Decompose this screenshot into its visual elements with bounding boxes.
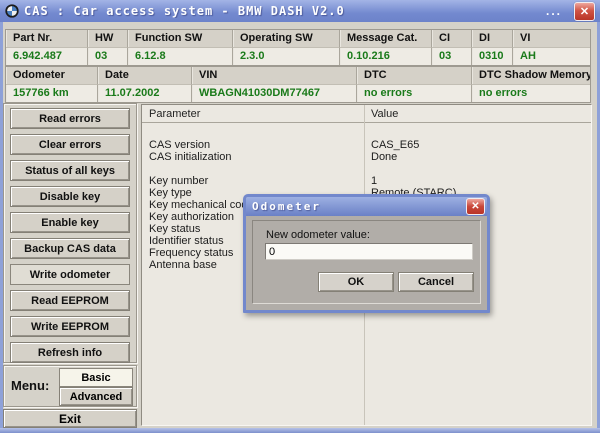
module-info-table: Part Nr. HW Function SW Operating SW Mes… <box>5 29 591 66</box>
new-odometer-input[interactable] <box>265 243 473 260</box>
col-header: VIN <box>192 67 357 85</box>
bmw-logo-icon <box>5 4 19 18</box>
exit-button[interactable]: Exit <box>3 409 137 428</box>
dtc-value: no errors <box>357 85 472 102</box>
di-value: 0310 <box>472 48 513 65</box>
window-close-button[interactable]: ✕ <box>574 2 595 21</box>
dialog-title: Odometer <box>252 200 466 213</box>
disable-key-button[interactable]: Disable key <box>10 186 130 207</box>
col-header: DTC <box>357 67 472 85</box>
col-header: CI <box>432 30 472 48</box>
table-header-row: Odometer Date VIN DTC DTC Shadow Memory <box>6 67 590 85</box>
col-header: HW <box>88 30 128 48</box>
col-header: VI <box>513 30 590 48</box>
write-odometer-button[interactable]: Write odometer <box>10 264 130 285</box>
part-number-value: 6.942.487 <box>6 48 88 65</box>
titlebar: CAS : Car access system - BMW DASH V2.0 … <box>0 0 600 22</box>
value-column-header: Value <box>364 108 591 120</box>
col-header: Function SW <box>128 30 233 48</box>
parameter-name: Key number <box>142 175 364 187</box>
parameter-value: 1 <box>364 175 591 187</box>
parameter-row <box>142 163 591 175</box>
operating-sw-value: 2.3.0 <box>233 48 340 65</box>
backup-cas-data-button[interactable]: Backup CAS data <box>10 238 130 259</box>
col-header: DTC Shadow Memory <box>472 67 590 85</box>
parameters-header-row: Parameter Value <box>142 105 591 123</box>
parameter-value: Done <box>364 151 591 163</box>
parameter-value <box>364 127 591 139</box>
hw-value: 03 <box>88 48 128 65</box>
menu-basic-button[interactable]: Basic <box>59 368 133 387</box>
more-button[interactable]: ... <box>546 4 562 18</box>
col-header: Odometer <box>6 67 98 85</box>
col-header: Message Cat. <box>340 30 432 48</box>
enable-key-button[interactable]: Enable key <box>10 212 130 233</box>
function-sw-value: 6.12.8 <box>128 48 233 65</box>
parameter-name <box>142 163 364 175</box>
sidebar-actions-box: Read errors Clear errors Status of all k… <box>3 103 137 363</box>
menu-box: Menu: Basic Advanced <box>3 365 137 407</box>
new-odometer-label: New odometer value: <box>266 229 370 241</box>
status-of-all-keys-button[interactable]: Status of all keys <box>10 160 130 181</box>
col-header: Operating SW <box>233 30 340 48</box>
window-border-bottom <box>0 428 600 433</box>
table-value-row: 157766 km 11.07.2002 WBAGN41030DM77467 n… <box>6 85 590 102</box>
table-header-row: Part Nr. HW Function SW Operating SW Mes… <box>6 30 590 48</box>
parameter-row: CAS versionCAS_E65 <box>142 139 591 151</box>
parameter-row: Key number1 <box>142 175 591 187</box>
odometer-value: 157766 km <box>6 85 98 102</box>
window-border-left <box>0 22 3 433</box>
read-eeprom-button[interactable]: Read EEPROM <box>10 290 130 311</box>
refresh-info-button[interactable]: Refresh info <box>10 342 130 363</box>
parameter-value: CAS_E65 <box>364 139 591 151</box>
parameter-row <box>142 127 591 139</box>
date-value: 11.07.2002 <box>98 85 192 102</box>
parameter-column-header: Parameter <box>142 108 364 120</box>
ok-button[interactable]: OK <box>318 272 394 292</box>
parameter-name: CAS version <box>142 139 364 151</box>
dialog-body: New odometer value: OK Cancel <box>246 216 487 310</box>
parameter-row: CAS initializationDone <box>142 151 591 163</box>
cas-application-window: CAS : Car access system - BMW DASH V2.0 … <box>0 0 600 433</box>
col-header: DI <box>472 30 513 48</box>
menu-label: Menu: <box>11 378 49 393</box>
dtc-shadow-value: no errors <box>472 85 590 102</box>
parameter-name: CAS initialization <box>142 151 364 163</box>
clear-errors-button[interactable]: Clear errors <box>10 134 130 155</box>
message-cat-value: 0.10.216 <box>340 48 432 65</box>
vehicle-info-table: Odometer Date VIN DTC DTC Shadow Memory … <box>5 66 591 103</box>
dialog-titlebar: Odometer ✕ <box>246 197 487 216</box>
vi-value: AH <box>513 48 590 65</box>
col-header: Part Nr. <box>6 30 88 48</box>
table-value-row: 6.942.487 03 6.12.8 2.3.0 0.10.216 03 03… <box>6 48 590 65</box>
dialog-close-button[interactable]: ✕ <box>466 198 485 215</box>
vin-value: WBAGN41030DM77467 <box>192 85 357 102</box>
close-icon: ✕ <box>580 5 589 18</box>
odometer-dialog: Odometer ✕ New odometer value: OK Cancel <box>243 194 490 313</box>
parameter-name <box>142 127 364 139</box>
write-eeprom-button[interactable]: Write EEPROM <box>10 316 130 337</box>
cancel-button[interactable]: Cancel <box>398 272 474 292</box>
col-header: Date <box>98 67 192 85</box>
window-title: CAS : Car access system - BMW DASH V2.0 <box>24 4 541 18</box>
parameter-value <box>364 163 591 175</box>
read-errors-button[interactable]: Read errors <box>10 108 130 129</box>
ci-value: 03 <box>432 48 472 65</box>
menu-advanced-button[interactable]: Advanced <box>59 387 133 406</box>
close-icon: ✕ <box>471 201 479 212</box>
